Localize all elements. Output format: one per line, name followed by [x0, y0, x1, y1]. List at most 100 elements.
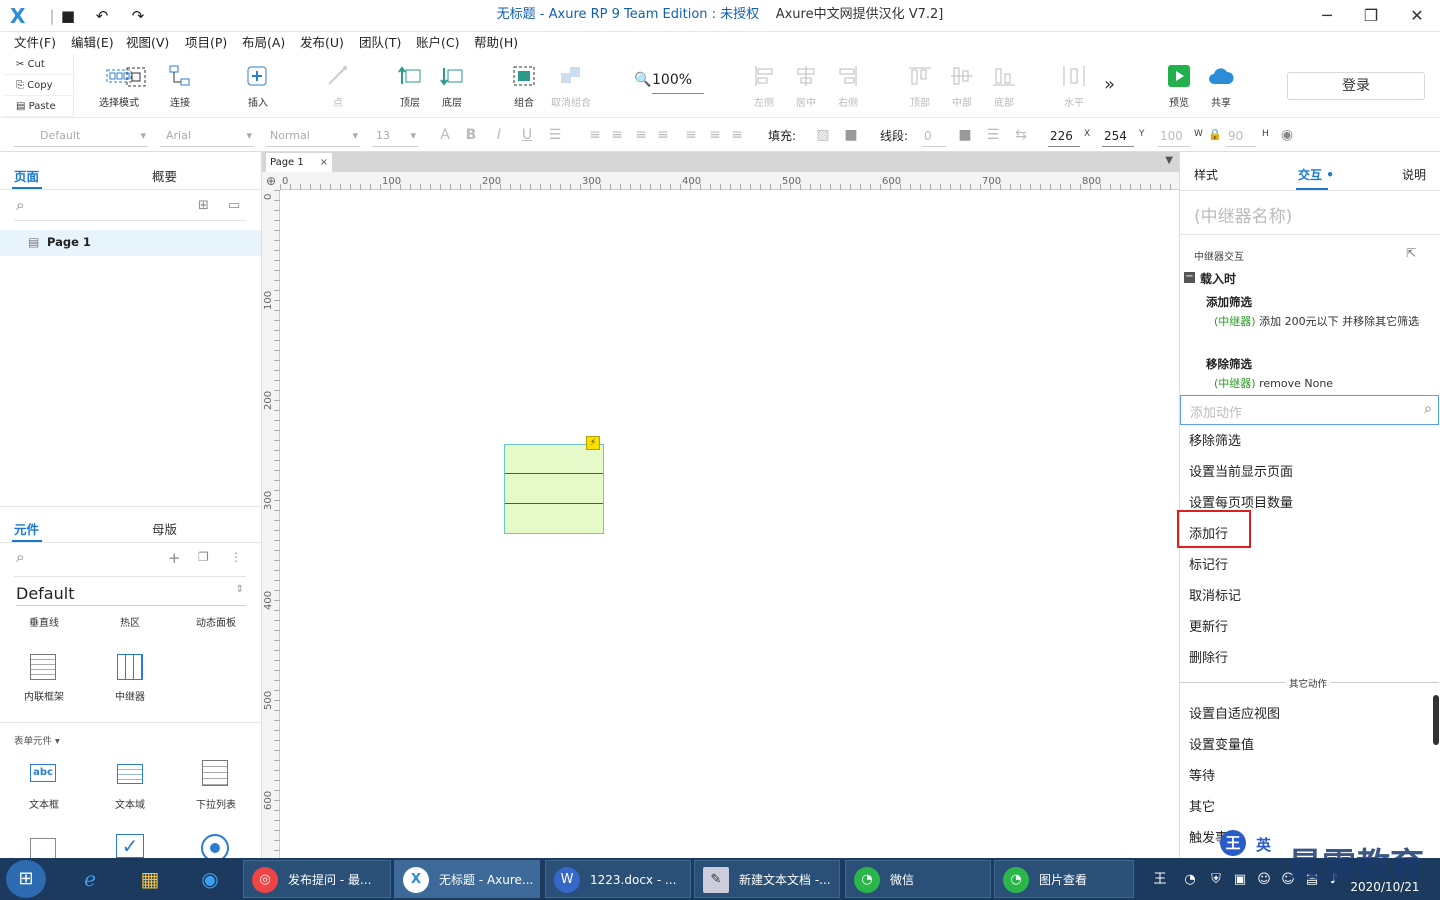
tab-interaction[interactable]: 交互 • — [1298, 166, 1334, 183]
list-box-icon[interactable] — [30, 838, 56, 858]
align-left-button[interactable]: 左侧 — [746, 64, 782, 114]
add-folder-icon[interactable]: ▭ — [228, 198, 240, 213]
widget-dropdown[interactable]: 下拉列表 — [181, 796, 251, 811]
action-option-set-items-per-page[interactable]: 设置每页项目数量 — [1189, 492, 1293, 511]
library-select[interactable]: Default ⇕ — [16, 584, 246, 606]
font-weight-select[interactable]: Normal ▾ — [266, 125, 360, 147]
action-option-mark-rows[interactable]: 标记行 — [1189, 554, 1228, 573]
add-page-icon[interactable]: ⊞ — [198, 198, 209, 213]
menu-file[interactable]: 文件(F) — [14, 32, 56, 54]
italic-icon[interactable]: I — [490, 126, 508, 144]
save-icon[interactable]: ■ — [58, 6, 78, 26]
more-options-icon[interactable]: ⋮ — [230, 550, 242, 564]
tab-style[interactable]: 样式 — [1194, 166, 1218, 183]
task-chrome[interactable]: ◎ 发布提问 - 最... — [243, 860, 391, 898]
point-button[interactable]: 点 — [320, 64, 356, 114]
valign-middle-icon[interactable]: ≡ — [706, 126, 724, 144]
dropdown-icon[interactable] — [202, 760, 228, 786]
repeater-widget[interactable] — [504, 444, 604, 534]
y-input[interactable]: 254 — [1102, 125, 1134, 147]
tab-outline[interactable]: 概要 — [152, 166, 177, 185]
browser-icon[interactable]: ◉ — [190, 862, 230, 896]
menu-team[interactable]: 团队(T) — [359, 32, 401, 54]
group-button[interactable]: 组合 — [506, 64, 542, 114]
valign-bottom-icon[interactable]: ≡ — [728, 126, 746, 144]
menu-project[interactable]: 项目(P) — [185, 32, 227, 54]
maximize-icon[interactable]: ❐ — [1354, 3, 1388, 29]
task-notepad[interactable]: ✎ 新建文本文档 -... — [694, 860, 840, 898]
close-tab-icon[interactable]: × — [320, 153, 328, 172]
align-middle-button[interactable]: 中部 — [944, 64, 980, 114]
align-center-button[interactable]: 居中 — [788, 64, 824, 114]
fill-color-icon[interactable]: ▨ — [814, 126, 832, 144]
action-option-update-rows[interactable]: 更新行 — [1189, 616, 1228, 635]
action-option-unmark-rows[interactable]: 取消标记 — [1189, 585, 1241, 604]
widget-dynamic-panel[interactable]: 动态面板 — [181, 614, 251, 629]
wechat-tray-icon[interactable]: ◔ — [1182, 872, 1198, 888]
form-section-header[interactable]: 表单元件 ▾ — [14, 733, 60, 747]
tab-dropdown-icon[interactable]: ▼ — [1165, 155, 1173, 166]
action-option-delete-rows[interactable]: 删除行 — [1189, 647, 1228, 666]
tab-widgets[interactable]: 元件 — [14, 519, 39, 538]
bold-icon[interactable]: B — [462, 126, 480, 144]
text-align-right-icon[interactable]: ≡ — [632, 126, 650, 144]
bring-to-top-button[interactable]: 顶层 — [392, 64, 428, 114]
select-contained-icon[interactable] — [124, 66, 150, 116]
shadow-icon[interactable]: ■ — [842, 126, 860, 144]
menu-help[interactable]: 帮助(H) — [474, 32, 518, 54]
menu-layout[interactable]: 布局(A) — [242, 32, 285, 54]
style-select[interactable]: Default ▾ — [14, 125, 148, 147]
underline-icon[interactable]: U — [518, 126, 536, 144]
action-option-set-variable[interactable]: 设置变量值 — [1189, 734, 1254, 753]
task-word[interactable]: W 1223.docx - ... — [545, 860, 691, 898]
menu-edit[interactable]: 编辑(E) — [71, 32, 114, 54]
redo-icon[interactable]: ↷ — [128, 6, 148, 26]
ime-tray-icon[interactable]: 王 — [1152, 872, 1168, 888]
scrollbar-thumb[interactable] — [1433, 695, 1439, 745]
width-input[interactable]: 100 — [1158, 125, 1190, 147]
action-option-set-adaptive-view[interactable]: 设置自适应视图 — [1189, 703, 1280, 722]
file-explorer-icon[interactable]: ▦ — [130, 862, 170, 896]
text-field-icon[interactable]: abc — [30, 764, 56, 782]
distribute-horizontal-button[interactable]: 水平 — [1056, 64, 1092, 114]
action-add-filter[interactable]: 添加筛选 — [1206, 294, 1252, 310]
windows-start-icon[interactable]: ⊞ — [6, 860, 46, 898]
inline-frame-icon[interactable] — [30, 654, 56, 680]
widget-text-area[interactable]: 文本域 — [95, 796, 165, 811]
font-size-select[interactable]: 13 ▾ — [372, 125, 418, 147]
font-select[interactable]: Arial ▾ — [160, 125, 254, 147]
widget-vertical-line[interactable]: 垂直线 — [9, 614, 79, 629]
event-on-load[interactable]: 载入时 — [1200, 270, 1236, 287]
action-remove-filter[interactable]: 移除筛选 — [1206, 356, 1252, 372]
action-option-remove-filter[interactable]: 移除筛选 — [1189, 430, 1241, 449]
widget-inline-frame[interactable]: 内联框架 — [9, 688, 79, 703]
copy-button[interactable]: ⎘ Copy — [4, 75, 73, 96]
x-input[interactable]: 226 — [1048, 125, 1080, 147]
preview-button[interactable]: 预览 — [1162, 64, 1196, 114]
insert-button[interactable]: 插入 — [240, 64, 276, 114]
widget-hotspot[interactable]: 热区 — [95, 614, 165, 629]
text-align-center-icon[interactable]: ≡ — [608, 126, 626, 144]
library-windows-icon[interactable]: ❐ — [198, 550, 209, 564]
task-wechat[interactable]: ◔ 微信 — [845, 860, 991, 898]
action-option-other[interactable]: 其它 — [1189, 796, 1215, 815]
repeater-icon[interactable] — [117, 654, 143, 680]
tab-notes[interactable]: 说明 — [1402, 166, 1426, 183]
ime-icon[interactable]: 王 — [1220, 830, 1246, 856]
send-to-bottom-button[interactable]: 底层 — [434, 64, 470, 114]
add-library-icon[interactable]: + — [168, 549, 181, 567]
minimize-icon[interactable]: ─ — [1310, 3, 1344, 29]
tab-pages[interactable]: 页面 — [14, 166, 39, 185]
zoom-select[interactable]: 100% — [652, 72, 704, 94]
expand-editor-icon[interactable]: ⇱ — [1406, 246, 1416, 260]
tab-masters[interactable]: 母版 — [152, 519, 177, 538]
paste-button[interactable]: ▤ Paste — [4, 96, 73, 117]
text-area-icon[interactable] — [117, 764, 143, 784]
text-justify-icon[interactable]: ≡ — [654, 126, 672, 144]
add-action-search[interactable]: 添加动作 ⌕ — [1180, 395, 1439, 425]
undo-icon[interactable]: ↶ — [92, 6, 112, 26]
valign-top-icon[interactable]: ≡ — [682, 126, 700, 144]
widget-repeater[interactable]: 中继器 — [95, 688, 165, 703]
page-item-page1[interactable]: ▤ Page 1 — [0, 230, 261, 256]
task-axure[interactable]: X 无标题 - Axure... — [394, 860, 540, 898]
